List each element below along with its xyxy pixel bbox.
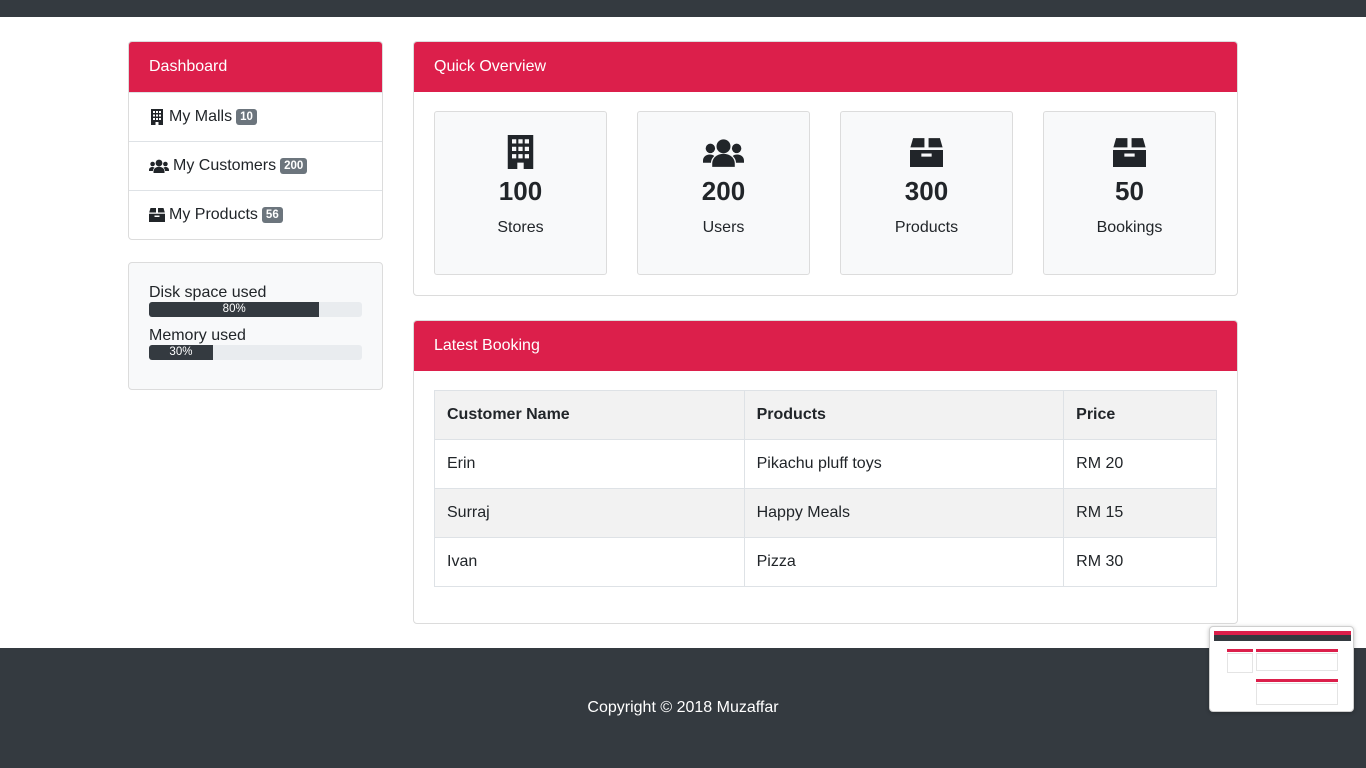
customer-cell: Erin <box>434 439 745 489</box>
product-cell: Happy Meals <box>743 488 1065 538</box>
screenshot-thumbnail[interactable] <box>1209 626 1354 712</box>
customer-cell: Surraj <box>434 488 745 538</box>
disk-usage-progress: 80% <box>149 302 362 317</box>
memory-usage-progress: 30% <box>149 345 362 360</box>
table-row: Surraj Happy Meals RM 15 <box>434 488 1217 538</box>
product-cell: Pikachu pluff toys <box>743 439 1065 489</box>
count-badge: 10 <box>236 109 257 125</box>
top-navbar <box>0 0 1366 17</box>
building-icon <box>435 134 606 170</box>
count-badge: 200 <box>280 158 308 174</box>
sidebar-item-malls[interactable]: My Malls 10 <box>129 92 382 141</box>
products-tile: 300 Products <box>840 111 1013 275</box>
price-cell: RM 20 <box>1063 439 1217 489</box>
users-icon <box>149 158 169 174</box>
copyright-text: Copyright © 2018 Muzaffar <box>587 699 779 716</box>
disk-usage-fill: 80% <box>149 302 320 317</box>
users-label: Users <box>702 219 745 236</box>
latest-booking-title: Latest Booking <box>414 321 1237 371</box>
box-icon <box>841 134 1012 170</box>
bookings-label: Bookings <box>1096 219 1163 236</box>
memory-usage-label: Memory used <box>149 327 246 344</box>
customer-cell: Ivan <box>434 537 745 587</box>
thumbnail-booking-head <box>1256 679 1338 682</box>
column-header-customer: Customer Name <box>434 390 745 440</box>
stores-count: 100 <box>498 176 543 206</box>
box-icon <box>149 207 165 223</box>
booking-table: Customer Name Products Price Erin Pikach… <box>434 390 1217 587</box>
box-icon <box>1044 134 1215 170</box>
page-footer: Copyright © 2018 Muzaffar <box>0 648 1366 768</box>
stores-label: Stores <box>497 219 544 236</box>
thumbnail-booking-body <box>1256 683 1338 705</box>
thumbnail-overview-body <box>1256 653 1338 671</box>
thumbnail-header <box>1214 635 1351 641</box>
users-icon <box>638 134 809 170</box>
table-row: Erin Pikachu pluff toys RM 20 <box>434 439 1217 489</box>
sidebar-item-label: My Products <box>169 206 258 223</box>
count-badge: 56 <box>261 207 283 223</box>
sidebar-item-label: My Customers <box>173 157 277 174</box>
table-header-row: Customer Name Products Price <box>434 390 1217 440</box>
thumbnail-sidebar-body <box>1227 653 1253 673</box>
sidebar-title: Dashboard <box>129 42 382 92</box>
building-icon <box>149 109 165 125</box>
sidebar-item-products[interactable]: My Products 56 <box>129 190 382 239</box>
overview-tiles: 100 Stores 200 Users 300 Products 50 Boo… <box>434 111 1216 275</box>
price-cell: RM 15 <box>1063 488 1217 538</box>
memory-usage-fill: 30% <box>149 345 213 360</box>
column-header-products: Products <box>743 390 1065 440</box>
sidebar-item-customers[interactable]: My Customers 200 <box>129 141 382 190</box>
bookings-count: 50 <box>1115 176 1144 206</box>
users-count: 200 <box>701 176 746 206</box>
usage-card: Disk space used 80% Memory used 30% <box>128 262 383 390</box>
disk-usage-label: Disk space used <box>149 284 267 301</box>
price-cell: RM 30 <box>1063 537 1217 587</box>
thumbnail-overview-head <box>1256 649 1338 652</box>
sidebar-menu: Dashboard My Malls 10 My Customers 200 M… <box>128 41 383 240</box>
quick-overview-card: Quick Overview 100 Stores 200 Users 300 … <box>413 41 1238 296</box>
column-header-price: Price <box>1063 390 1217 440</box>
thumbnail-sidebar-head <box>1227 649 1253 652</box>
latest-booking-card: Latest Booking Customer Name Products Pr… <box>413 320 1238 624</box>
table-row: Ivan Pizza RM 30 <box>434 537 1217 587</box>
quick-overview-title: Quick Overview <box>414 42 1237 92</box>
users-tile: 200 Users <box>637 111 810 275</box>
products-label: Products <box>894 219 959 236</box>
products-count: 300 <box>904 176 949 206</box>
product-cell: Pizza <box>743 537 1065 587</box>
sidebar-item-label: My Malls <box>169 108 233 125</box>
bookings-tile: 50 Bookings <box>1043 111 1216 275</box>
stores-tile: 100 Stores <box>434 111 607 275</box>
